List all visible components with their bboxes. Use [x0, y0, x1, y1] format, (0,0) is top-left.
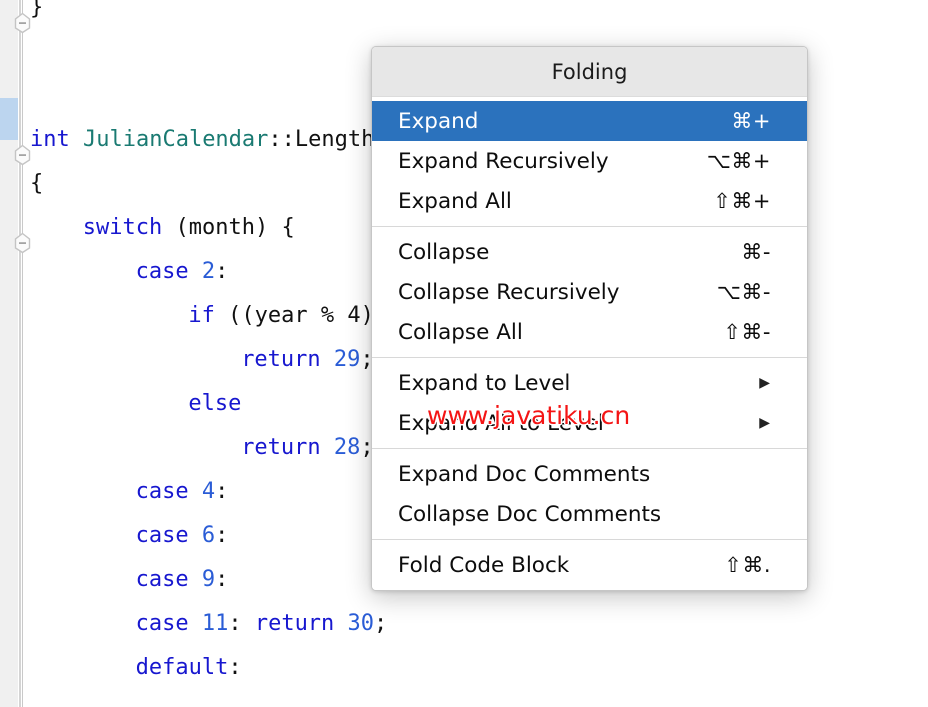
menu-item-label: Expand Recursively: [398, 148, 609, 174]
menu-item-expand-all-to-level[interactable]: Expand All to Level ▶: [372, 403, 807, 443]
menu-item-shortcut: ⌘-: [741, 240, 771, 264]
menu-item-expand-doc-comments[interactable]: Expand Doc Comments: [372, 454, 807, 494]
menu-item-collapse-doc-comments[interactable]: Collapse Doc Comments: [372, 494, 807, 534]
code-token: JulianCalendar: [82, 127, 269, 152]
code-token: :: [228, 655, 242, 680]
code-line: default:: [136, 646, 242, 690]
code-token: 11: [201, 611, 229, 636]
menu-item-expand-to-level[interactable]: Expand to Level ▶: [372, 363, 807, 403]
code-token: 28: [333, 435, 361, 460]
code-token: :: [215, 567, 229, 592]
code-token: 30: [347, 611, 375, 636]
code-token: return: [254, 611, 348, 636]
code-token: return: [241, 435, 334, 460]
code-line: case 6:: [136, 514, 229, 558]
code-token: case: [135, 567, 202, 592]
menu-item-shortcut: ⇧⌘.: [724, 553, 771, 577]
menu-separator: [372, 357, 807, 358]
code-token: case: [135, 523, 202, 548]
code-token: else: [188, 391, 242, 416]
menu-item-expand[interactable]: Expand ⌘+: [372, 101, 807, 141]
code-token: if: [188, 303, 215, 328]
menu-item-label: Expand to Level: [398, 370, 571, 396]
menu-item-list[interactable]: Expand ⌘+ Expand Recursively ⌥⌘+ Expand All ⇧…: [372, 97, 807, 590]
code-line: }: [30, 0, 43, 30]
code-token: case: [135, 479, 202, 504]
menu-item-label: Fold Code Block: [398, 552, 570, 578]
menu-separator: [372, 448, 807, 449]
menu-item-label: Expand Doc Comments: [398, 461, 651, 487]
menu-separator: [372, 226, 807, 227]
menu-item-collapse-recursively[interactable]: Collapse Recursively ⌥⌘-: [372, 272, 807, 312]
menu-separator: [372, 539, 807, 540]
menu-item-label: Collapse Doc Comments: [398, 501, 662, 527]
code-token: 4: [201, 479, 216, 504]
folding-context-menu[interactable]: Folding Expand ⌘+ Expand Recursively ⌥⌘+ Exp…: [371, 46, 808, 591]
menu-item-shortcut: ⌥⌘-: [716, 280, 771, 304]
menu-item-shortcut: ⇧⌘+: [713, 189, 771, 213]
code-line: case 2:: [136, 250, 229, 294]
menu-title: Folding: [372, 47, 807, 97]
code-token: :: [215, 523, 229, 548]
code-token: :: [228, 611, 255, 636]
menu-item-label: Collapse: [398, 239, 490, 265]
code-line: case 4:: [136, 470, 229, 514]
code-line: return 28;: [241, 426, 373, 470]
submenu-arrow-icon: ▶: [759, 375, 770, 391]
menu-item-label: Expand: [398, 108, 479, 134]
menu-item-label: Collapse Recursively: [398, 279, 620, 305]
menu-item-collapse-all[interactable]: Collapse All ⇧⌘-: [372, 312, 807, 352]
code-token: case: [135, 611, 202, 636]
code-line: case 11: return 30;: [136, 602, 388, 646]
code-token: ;: [374, 611, 388, 636]
menu-item-shortcut: ⇧⌘-: [723, 320, 771, 344]
code-token: case: [135, 259, 202, 284]
menu-item-shortcut: ⌥⌘+: [706, 149, 771, 173]
menu-item-expand-all[interactable]: Expand All ⇧⌘+: [372, 181, 807, 221]
code-token: 29: [333, 347, 361, 372]
code-token: }: [30, 0, 44, 20]
code-token: (month) {: [162, 215, 295, 240]
submenu-arrow-icon: ▶: [759, 415, 770, 431]
menu-item-label: Expand All: [398, 188, 512, 214]
code-line: return 29;: [241, 338, 373, 382]
menu-item-expand-recursively[interactable]: Expand Recursively ⌥⌘+: [372, 141, 807, 181]
code-token: {: [30, 171, 44, 196]
code-line: case 9:: [136, 558, 229, 602]
menu-item-fold-code-block[interactable]: Fold Code Block ⇧⌘.: [372, 545, 807, 585]
code-token: :: [215, 479, 229, 504]
code-token: 9: [201, 567, 216, 592]
menu-item-label: Collapse All: [398, 319, 523, 345]
code-token: int: [30, 127, 83, 152]
code-token: :: [215, 259, 229, 284]
code-token: 2: [201, 259, 216, 284]
code-line: switch (month) {: [83, 206, 295, 250]
code-line: else: [188, 382, 241, 426]
code-token: switch: [82, 215, 163, 240]
menu-item-shortcut: ⌘+: [731, 109, 771, 133]
menu-item-label: Expand All to Level: [398, 410, 604, 436]
code-line: {: [30, 162, 43, 206]
menu-item-collapse[interactable]: Collapse ⌘-: [372, 232, 807, 272]
code-token: return: [241, 347, 334, 372]
code-token: 6: [201, 523, 216, 548]
code-token: default: [135, 655, 229, 680]
